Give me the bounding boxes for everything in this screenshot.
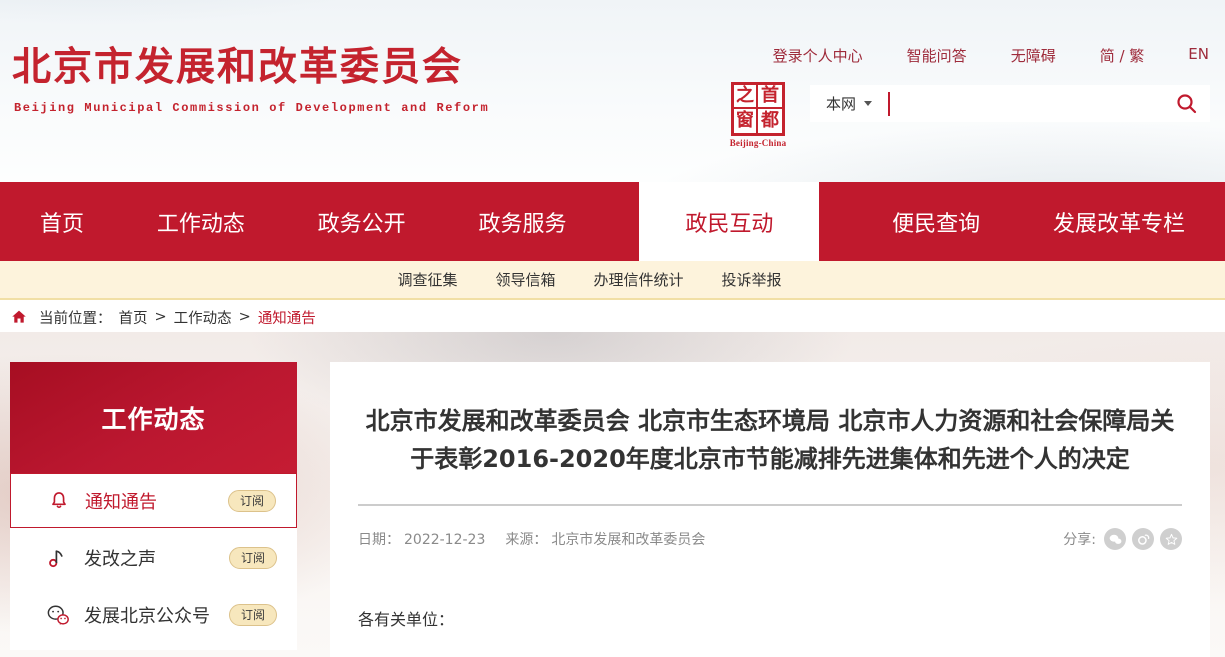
sidebar-item-label: 发展北京公众号 [84, 602, 229, 628]
breadcrumb-section[interactable]: 工作动态 [174, 307, 232, 328]
sidebar-item-wechat-account[interactable]: 发展北京公众号 订阅 [10, 587, 297, 642]
chevron-down-icon [864, 101, 872, 106]
capital-window-seal[interactable]: 之 首 窗 都 Beijing-China [727, 82, 789, 148]
seal-char: 都 [758, 109, 782, 133]
nav-item-work-news[interactable]: 工作动态 [157, 182, 245, 261]
site-logo[interactable]: 北京市发展和改革委员会 [12, 36, 463, 92]
share-bar: 分享: [1063, 528, 1182, 550]
nav-item-home[interactable]: 首页 [40, 182, 84, 261]
article-greeting: 各有关单位： [358, 606, 1182, 630]
date-label: 日期： [358, 532, 400, 548]
subnav-letter-stats[interactable]: 办理信件统计 [594, 269, 684, 290]
search-scope-value: 本网 [826, 93, 856, 114]
nav-item-public-interaction[interactable]: 政民互动 [639, 182, 819, 261]
share-label: 分享: [1063, 529, 1096, 549]
site-logo-subtitle: Beijing Municipal Commission of Developm… [14, 101, 489, 115]
qzone-share-icon[interactable] [1160, 528, 1182, 550]
weibo-share-icon[interactable] [1132, 528, 1154, 550]
search-scope-dropdown[interactable]: 本网 [810, 93, 888, 114]
sidebar-title: 工作动态 [10, 362, 297, 473]
subscribe-button[interactable]: 订阅 [229, 547, 277, 569]
article-panel: 北京市发展和改革委员会 北京市生态环境局 北京市人力资源和社会保障局关于表彰20… [330, 362, 1210, 657]
breadcrumb-label: 当前位置： [39, 307, 112, 328]
sidebar-item-notices[interactable]: 通知通告 订阅 [10, 473, 297, 528]
utility-links: 登录个人中心 智能问答 无障碍 简 / 繁 EN [773, 45, 1209, 66]
source-label: 来源： [505, 532, 547, 548]
search-input[interactable] [890, 85, 1164, 122]
accessibility-link[interactable]: 无障碍 [1011, 45, 1056, 66]
bell-icon [45, 490, 73, 512]
seal-caption: Beijing-China [727, 138, 789, 148]
subnav-survey[interactable]: 调查征集 [397, 269, 457, 290]
search-bar: 本网 [810, 85, 1210, 122]
subnav-complaint[interactable]: 投诉举报 [722, 269, 782, 290]
article-date: 2022-12-23 [404, 532, 485, 548]
sidebar-item-label: 发改之声 [84, 545, 229, 571]
music-note-icon [44, 547, 72, 569]
breadcrumb-current: 通知通告 [258, 307, 316, 328]
page: 北京市发展和改革委员会 Beijing Municipal Commission… [0, 0, 1225, 657]
home-icon[interactable] [10, 308, 28, 326]
article-meta-left: 日期：2022-12-23 来源：北京市发展和改革委员会 [358, 529, 709, 549]
seal-char: 窗 [734, 109, 758, 133]
nav-item-gov-info[interactable]: 政务公开 [318, 182, 406, 261]
smart-qa-link[interactable]: 智能问答 [907, 45, 967, 66]
nav-item-convenient-inquiry[interactable]: 便民查询 [892, 182, 980, 261]
article-meta: 日期：2022-12-23 来源：北京市发展和改革委员会 分享: [358, 528, 1182, 550]
seal-icon: 之 首 窗 都 [731, 82, 785, 136]
breadcrumb: 当前位置： 首页 > 工作动态 > 通知通告 [0, 302, 1225, 332]
search-button[interactable] [1164, 85, 1210, 122]
article-title: 北京市发展和改革委员会 北京市生态环境局 北京市人力资源和社会保障局关于表彰20… [363, 402, 1178, 478]
sidebar: 工作动态 通知通告 订阅 发改之声 订阅 [10, 362, 297, 650]
subscribe-button[interactable]: 订阅 [229, 604, 277, 626]
sidebar-item-label: 通知通告 [85, 488, 228, 514]
sidebar-item-voice[interactable]: 发改之声 订阅 [10, 530, 297, 585]
breadcrumb-separator: > [239, 309, 251, 325]
main-nav: 首页 工作动态 政务公开 政务服务 政民互动 便民查询 发展改革专栏 [0, 182, 1225, 261]
subscribe-button[interactable]: 订阅 [228, 490, 276, 512]
english-link[interactable]: EN [1188, 45, 1209, 66]
wechat-icon [44, 604, 72, 626]
simplified-traditional-link[interactable]: 简 / 繁 [1100, 45, 1145, 66]
nav-item-gov-services[interactable]: 政务服务 [478, 182, 566, 261]
login-link[interactable]: 登录个人中心 [773, 45, 863, 66]
title-separator [358, 504, 1182, 506]
site-header: 北京市发展和改革委员会 Beijing Municipal Commission… [0, 0, 1225, 182]
article-source: 北京市发展和改革委员会 [551, 532, 705, 548]
seal-char: 首 [758, 85, 782, 109]
subnav-leader-mailbox[interactable]: 领导信箱 [495, 269, 555, 290]
sub-nav: 调查征集 领导信箱 办理信件统计 投诉举报 [0, 261, 1225, 300]
search-icon [1175, 92, 1199, 116]
seal-char: 之 [734, 85, 758, 109]
wechat-share-icon[interactable] [1104, 528, 1126, 550]
breadcrumb-separator: > [155, 309, 167, 325]
breadcrumb-home[interactable]: 首页 [119, 307, 148, 328]
nav-item-reform-special[interactable]: 发展改革专栏 [1053, 182, 1185, 261]
